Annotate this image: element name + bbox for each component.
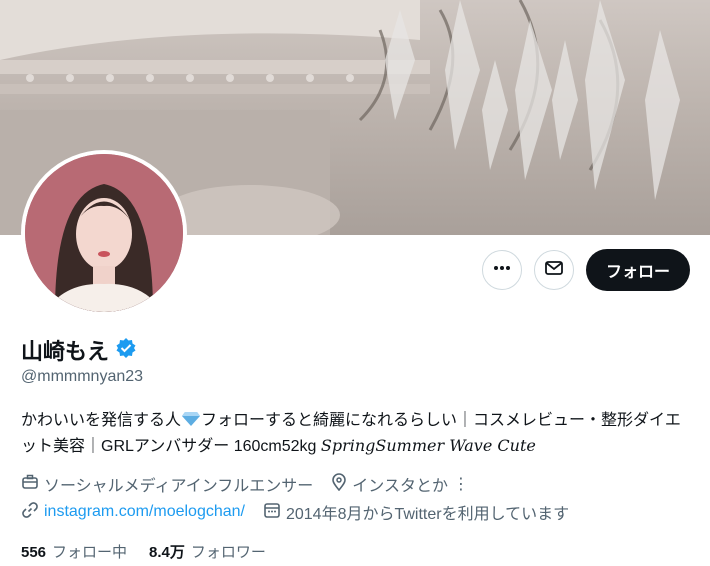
following-stat[interactable]: 556 フォロー中 [21, 541, 127, 562]
location-icon [331, 472, 347, 496]
followers-count: 8.4万 [149, 544, 185, 561]
verified-icon[interactable] [115, 337, 137, 364]
location-text: インスタとか [352, 478, 448, 495]
following-label: フォロー中 [52, 544, 128, 561]
display-name: 山崎もえ [21, 339, 110, 364]
profile-name-row: 山崎もえ [21, 334, 137, 366]
profile-meta-row-2: instagram.com/moelogchan/ 2014年8月からTwitt… [21, 500, 569, 524]
profile-meta-row-1: ソーシャルメディアインフルエンサー インスタとか ⋮ [21, 472, 469, 496]
profile-avatar[interactable] [21, 150, 187, 316]
avatar-image [25, 154, 183, 312]
followers-label: フォロワー [190, 544, 266, 561]
followers-stat[interactable]: 8.4万 フォロワー [149, 541, 266, 562]
diamond-icon [181, 412, 201, 429]
bio-script-text: SpringSummer Wave Cute [320, 436, 536, 455]
following-count: 556 [21, 544, 47, 561]
joined-text: 2014年8月からTwitterを利用しています [285, 506, 570, 523]
joined-item: 2014年8月からTwitterを利用しています [263, 500, 569, 524]
mail-icon [544, 259, 564, 282]
location-item: インスタとか ⋮ [331, 472, 469, 496]
more-icon [493, 259, 511, 282]
briefcase-icon [21, 473, 39, 496]
profile-stats: 556 フォロー中 8.4万 フォロワー [21, 541, 266, 562]
website-item: instagram.com/moelogchan/ [21, 501, 245, 524]
location-suffix: ⋮ [452, 476, 469, 493]
message-button[interactable] [533, 250, 574, 290]
follow-button[interactable]: フォロー [585, 249, 690, 291]
category-item: ソーシャルメディアインフルエンサー [21, 472, 313, 496]
more-button[interactable] [481, 250, 522, 290]
link-icon [21, 501, 39, 524]
profile-actions: フォロー [481, 249, 690, 291]
category-text: ソーシャルメディアインフルエンサー [44, 478, 314, 495]
calendar-icon [263, 501, 281, 524]
user-handle: @mmmmnyan23 [21, 368, 144, 385]
profile-bio: かわいいを発信する人 フォローすると綺麗になれるらしい｜コスメレビュー・整形ダイエ… [21, 408, 691, 459]
bio-text-1: かわいいを発信する人 [21, 412, 182, 429]
website-link[interactable]: instagram.com/moelogchan/ [44, 503, 245, 521]
